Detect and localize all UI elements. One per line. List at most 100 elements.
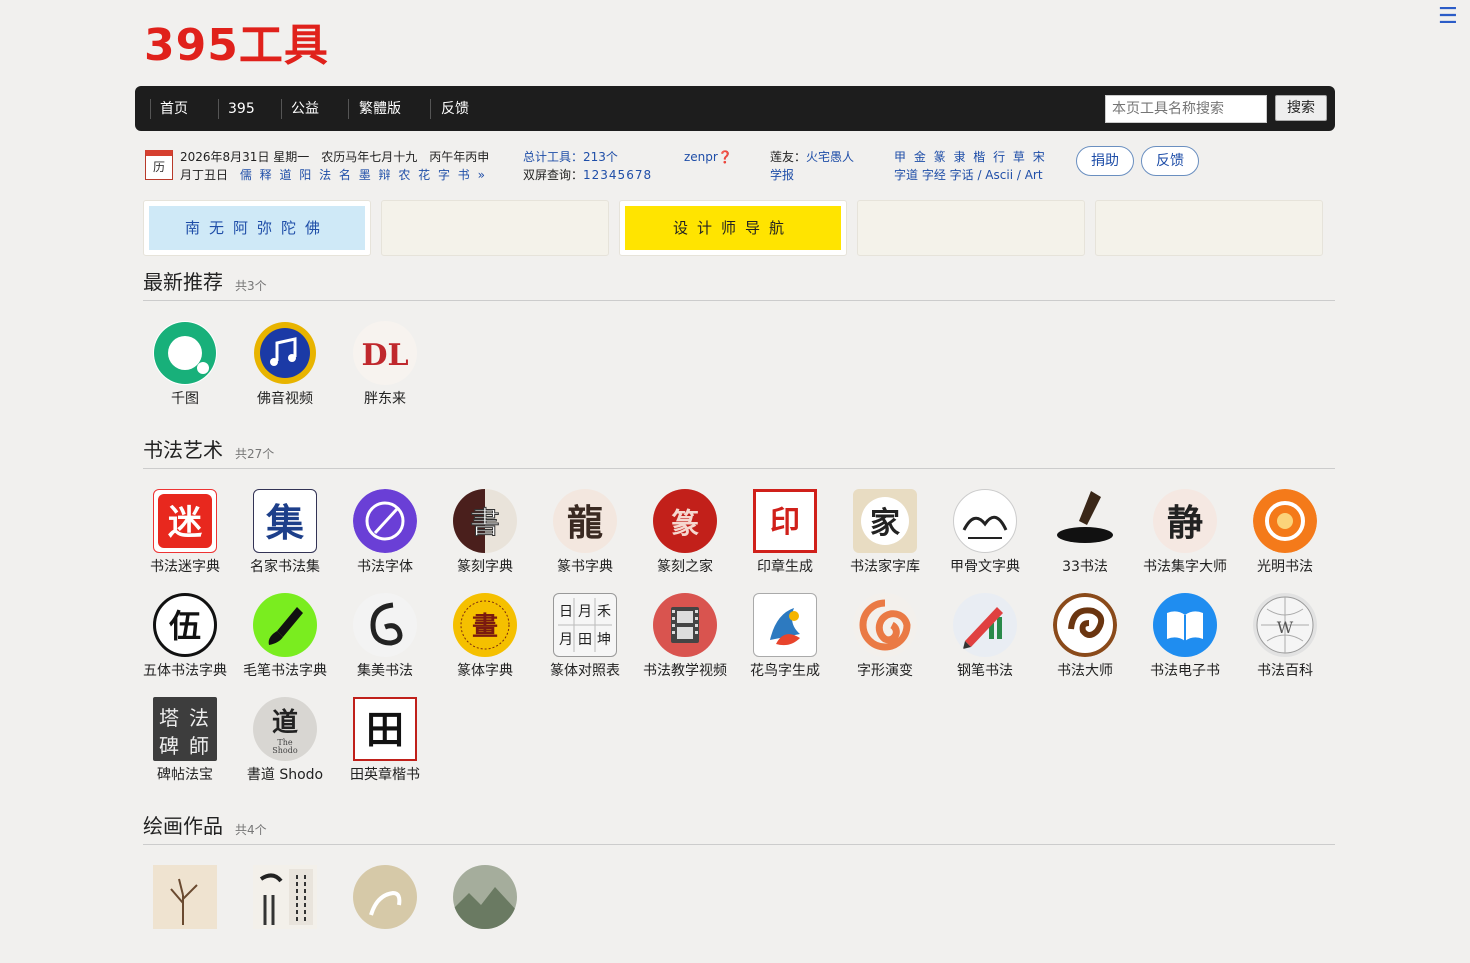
tool-zhuanti-duizhao[interactable]: 日月禾月田坤 篆体对照表 bbox=[535, 593, 635, 691]
tool-zhuanti-zidian[interactable]: 畫 篆体字典 bbox=[435, 593, 535, 691]
tool-zhuanshu-zidian[interactable]: 龍 篆书字典 bbox=[535, 489, 635, 587]
banner-amitabha[interactable]: 南无阿弥陀佛 bbox=[143, 200, 371, 256]
tool-shodo[interactable]: 道 The Shodo 書道 Shodo bbox=[235, 697, 335, 795]
search-input[interactable] bbox=[1105, 95, 1267, 123]
dual-search-value[interactable]: 12345678 bbox=[583, 168, 652, 182]
green-brush-icon bbox=[253, 593, 317, 657]
donate-button[interactable]: 捐助 bbox=[1076, 146, 1134, 176]
tool-label: 光明书法 bbox=[1257, 559, 1313, 575]
svg-text:伍: 伍 bbox=[169, 607, 201, 645]
svg-text:畫: 畫 bbox=[472, 612, 498, 642]
tool-huaniao[interactable]: 花鸟字生成 bbox=[735, 593, 835, 691]
shodo-icon: 道 The Shodo bbox=[253, 697, 317, 761]
tool-fo-yin[interactable]: 佛音视频 bbox=[235, 321, 335, 419]
stamp-icon: 印 bbox=[753, 489, 817, 553]
tool-jimei[interactable]: 集美书法 bbox=[335, 593, 435, 691]
school-links[interactable]: 儒 释 道 阳 法 名 墨 辩 农 花 字 书 » bbox=[240, 168, 487, 182]
yellow-seal-icon: 畫 bbox=[453, 593, 517, 657]
tool-shufajia-ziku[interactable]: 家 书法家字库 bbox=[835, 489, 935, 587]
svg-text:田: 田 bbox=[578, 632, 592, 648]
tool-shufa-mi[interactable]: 迷 书法迷字典 bbox=[135, 489, 235, 587]
tian-char-icon: 田 bbox=[353, 697, 417, 761]
spiral-icon bbox=[853, 593, 917, 657]
date-line-2: 月丁丑日 儒 释 道 阳 法 名 墨 辩 农 花 字 书 » bbox=[180, 166, 487, 184]
banner-empty[interactable] bbox=[381, 200, 609, 256]
total-tools[interactable]: 总计工具：213个 bbox=[523, 148, 618, 166]
tool-zixing-yanbian[interactable]: 字形演变 bbox=[835, 593, 935, 691]
svg-text:W: W bbox=[1277, 618, 1294, 637]
friend-link[interactable]: 火宅愚人 bbox=[806, 150, 854, 164]
tool-shufa-ziti[interactable]: 书法字体 bbox=[335, 489, 435, 587]
tool-shufa-dashi[interactable]: 书法大师 bbox=[1035, 593, 1135, 691]
tool-zhuanke-zhijia[interactable]: 篆 篆刻之家 bbox=[635, 489, 735, 587]
feedback-button[interactable]: 反馈 bbox=[1141, 146, 1199, 176]
banner-empty[interactable] bbox=[857, 200, 1085, 256]
script-links-2[interactable]: 字道 字经 字话 / Ascii / Art bbox=[894, 166, 1043, 184]
banner-empty[interactable] bbox=[1095, 200, 1323, 256]
wiki-globe-icon: W bbox=[1253, 593, 1317, 657]
painting-item[interactable] bbox=[335, 865, 435, 963]
tool-baike[interactable]: W 书法百科 bbox=[1235, 593, 1335, 691]
red-seal-icon: 篆 bbox=[653, 489, 717, 553]
tool-jiaoxue-shipin[interactable]: 书法教学视频 bbox=[635, 593, 735, 691]
tool-gangbi[interactable]: 钢笔书法 bbox=[935, 593, 1035, 691]
tool-beitie[interactable]: 塔法碑師 碑帖法宝 bbox=[135, 697, 235, 795]
tool-guangming[interactable]: 光明书法 bbox=[1235, 489, 1335, 587]
tool-label: 书法百科 bbox=[1257, 663, 1313, 679]
oracle-bone-icon bbox=[953, 489, 1017, 553]
svg-text:静: 静 bbox=[1167, 503, 1203, 544]
tool-pangdonglai[interactable]: DL 胖东来 bbox=[335, 321, 435, 419]
svg-text:日: 日 bbox=[559, 604, 573, 620]
dual-search[interactable]: 双屏查询：12345678 bbox=[523, 166, 652, 184]
nav-home[interactable]: 首页 bbox=[160, 100, 188, 118]
site-logo[interactable]: 395工具 bbox=[144, 20, 329, 72]
banner-designer-nav[interactable]: 设计师导航 bbox=[619, 200, 847, 256]
painting-tree-icon bbox=[153, 865, 217, 929]
journal-link[interactable]: 学报 bbox=[770, 166, 794, 184]
tool-tianyingzhang[interactable]: 田 田英章楷书 bbox=[335, 697, 435, 795]
painting-item[interactable] bbox=[235, 865, 335, 963]
svg-text:法: 法 bbox=[189, 706, 209, 730]
tool-mingjia[interactable]: 集 名家书法集 bbox=[235, 489, 335, 587]
nav-traditional[interactable]: 繁體版 bbox=[359, 100, 401, 118]
painting-landscape-icon bbox=[453, 865, 517, 929]
search-button[interactable]: 搜索 bbox=[1275, 95, 1327, 121]
nav-separator bbox=[218, 99, 219, 119]
user-link[interactable]: zenpr❓ bbox=[684, 148, 733, 166]
pen-chart-icon bbox=[953, 593, 1017, 657]
tool-zhuanke-zidian[interactable]: 書 篆刻字典 bbox=[435, 489, 535, 587]
svg-text:禾: 禾 bbox=[597, 604, 611, 620]
svg-text:碑: 碑 bbox=[159, 734, 179, 758]
svg-text:月: 月 bbox=[578, 604, 592, 620]
menu-icon[interactable]: ☰ bbox=[1438, 6, 1458, 28]
tool-dianzishu[interactable]: 书法电子书 bbox=[1135, 593, 1235, 691]
svg-text:篆: 篆 bbox=[671, 507, 699, 540]
tool-jiaguwen[interactable]: 甲骨文字典 bbox=[935, 489, 1035, 587]
orange-swirl-icon bbox=[1253, 489, 1317, 553]
nav-395[interactable]: 395 bbox=[228, 100, 255, 118]
svg-text:迷: 迷 bbox=[168, 503, 203, 543]
date-line: 2026年8月31日 星期一 农历马年七月十九 丙午年丙申 bbox=[180, 150, 490, 164]
svg-text:家: 家 bbox=[870, 506, 900, 541]
tool-33-shufa[interactable]: 33书法 bbox=[1035, 489, 1135, 587]
tool-label: 胖东来 bbox=[364, 391, 406, 407]
painting-item[interactable] bbox=[135, 865, 235, 963]
svg-text:田: 田 bbox=[366, 708, 404, 752]
dl-logo-icon: DL bbox=[353, 321, 417, 385]
painting-item[interactable] bbox=[435, 865, 535, 963]
tool-yinzhang[interactable]: 印 印章生成 bbox=[735, 489, 835, 587]
tool-maobi[interactable]: 毛笔书法字典 bbox=[235, 593, 335, 691]
tool-wuti[interactable]: 伍 五体书法字典 bbox=[135, 593, 235, 691]
qiantu-icon bbox=[153, 321, 217, 385]
tool-label: 田英章楷书 bbox=[350, 767, 420, 783]
flower-bird-icon bbox=[753, 593, 817, 657]
tool-qiantu[interactable]: 千图 bbox=[135, 321, 235, 419]
tool-jizi-dashi[interactable]: 静 书法集字大师 bbox=[1135, 489, 1235, 587]
svg-text:龍: 龍 bbox=[567, 503, 603, 544]
mi-char-icon: 迷 bbox=[153, 489, 217, 553]
friend-label: 莲友： bbox=[770, 150, 807, 164]
script-links[interactable]: 甲 金 篆 隶 楷 行 草 宋 bbox=[894, 148, 1047, 166]
nav-charity[interactable]: 公益 bbox=[291, 100, 319, 118]
svg-text:月: 月 bbox=[559, 632, 573, 648]
nav-feedback[interactable]: 反馈 bbox=[441, 100, 469, 118]
